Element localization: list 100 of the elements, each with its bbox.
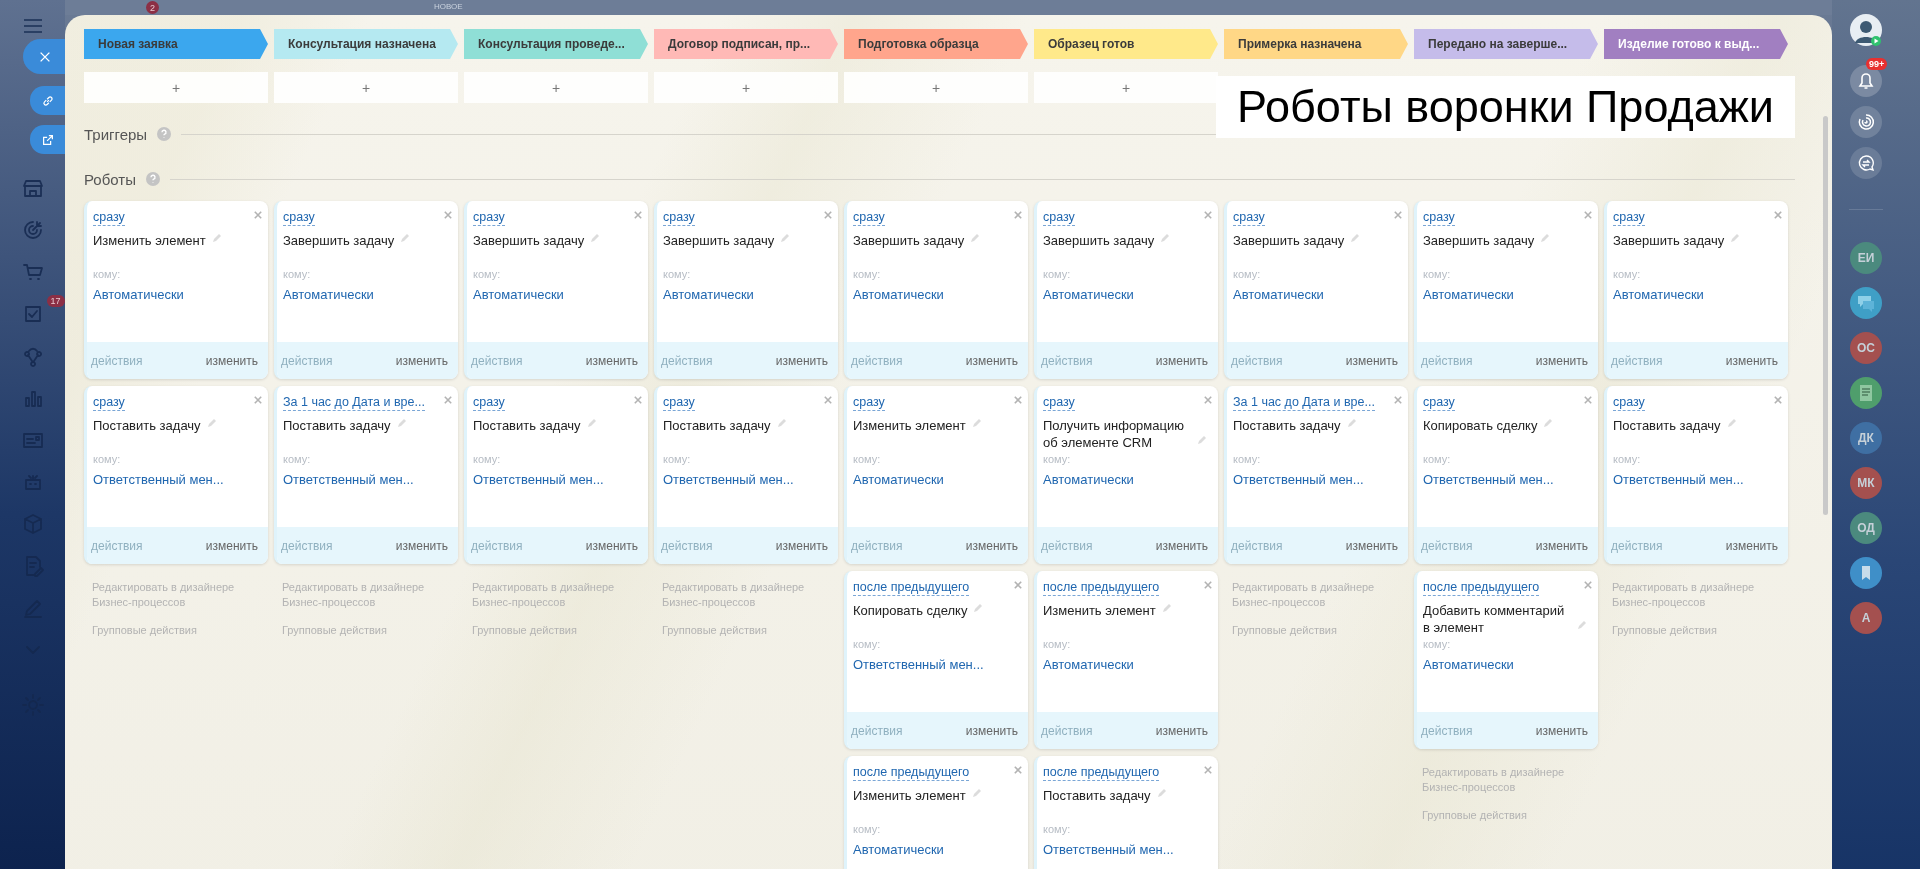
edit-link[interactable]: изменить: [205, 353, 258, 368]
spiral-icon[interactable]: [1850, 106, 1882, 138]
menu-icon[interactable]: [23, 19, 42, 33]
add-robot-button[interactable]: +: [84, 72, 268, 103]
close-icon[interactable]: [1204, 396, 1212, 404]
pencil-icon[interactable]: [971, 418, 982, 428]
stage-tab[interactable]: Передано на заверше...: [1414, 29, 1598, 59]
trigger-link[interactable]: сразу: [853, 395, 885, 411]
trigger-link[interactable]: сразу: [1233, 210, 1265, 226]
contact-avatar[interactable]: ОС: [1850, 332, 1882, 364]
robot-card[interactable]: после предыдущего Добавить комментарий в элемент кому: Автоматически действия изменить: [1414, 571, 1598, 749]
pencil-icon[interactable]: [1346, 418, 1357, 428]
trigger-link[interactable]: сразу: [1613, 210, 1645, 226]
robot-card[interactable]: За 1 час до Дата и вре... Поставить задачу кому: Ответственный мен... действия изменить: [274, 386, 458, 564]
pencil-icon[interactable]: [400, 233, 411, 243]
scrollbar[interactable]: [1823, 116, 1828, 515]
robot-card[interactable]: после предыдущего Изменить элемент кому: Автоматически: [844, 756, 1028, 869]
edit-link[interactable]: изменить: [1725, 538, 1778, 553]
robot-card[interactable]: сразу Получить информацию об элементе CRM кому: Автоматически действия изменить: [1034, 386, 1218, 564]
edit-link[interactable]: изменить: [395, 538, 448, 553]
pencil-icon[interactable]: [971, 788, 982, 798]
add-robot-button[interactable]: +: [274, 72, 458, 103]
notifications-icon[interactable]: [1850, 65, 1882, 97]
trigger-link[interactable]: после предыдущего: [1423, 580, 1540, 596]
trigger-link[interactable]: сразу: [473, 395, 505, 411]
pencil-icon[interactable]: [586, 418, 597, 428]
recipient-link[interactable]: Автоматически: [1613, 287, 1704, 302]
edit-link[interactable]: изменить: [775, 538, 828, 553]
robot-card[interactable]: сразу Завершить задачу кому: Автоматически действия изменить: [274, 201, 458, 379]
pencil-icon[interactable]: [396, 418, 407, 428]
close-icon[interactable]: [824, 211, 832, 219]
edit-link[interactable]: изменить: [205, 538, 258, 553]
stage-tab[interactable]: Подготовка образца: [844, 29, 1028, 59]
help-icon[interactable]: [157, 127, 172, 141]
recipient-link[interactable]: Автоматически: [93, 287, 184, 302]
trigger-link[interactable]: после предыдущего: [853, 765, 970, 781]
edit-link[interactable]: изменить: [965, 723, 1018, 738]
trigger-link[interactable]: За 1 час до Дата и вре...: [283, 395, 425, 411]
close-icon[interactable]: [1204, 581, 1212, 589]
close-icon[interactable]: [1394, 211, 1402, 219]
edit-link[interactable]: изменить: [965, 538, 1018, 553]
trigger-link[interactable]: сразу: [663, 210, 695, 226]
edit-link[interactable]: изменить: [1725, 353, 1778, 368]
trigger-link[interactable]: сразу: [663, 395, 695, 411]
trigger-link[interactable]: сразу: [93, 395, 125, 411]
pencil-icon[interactable]: [1543, 418, 1554, 428]
edit-link[interactable]: изменить: [965, 353, 1018, 368]
edit-link[interactable]: изменить: [1535, 353, 1588, 368]
recipient-link[interactable]: Автоматически: [853, 472, 944, 487]
robot-card[interactable]: сразу Поставить задачу кому: Ответственный мен... действия изменить: [84, 386, 268, 564]
recipient-link[interactable]: Автоматически: [473, 287, 564, 302]
pencil-icon[interactable]: [1540, 233, 1551, 243]
trigger-link[interactable]: сразу: [473, 210, 505, 226]
edit-link[interactable]: изменить: [395, 353, 448, 368]
robot-card[interactable]: сразу Завершить задачу кому: Автоматически действия изменить: [1604, 201, 1788, 379]
robot-card[interactable]: сразу Завершить задачу кому: Автоматически действия изменить: [844, 201, 1028, 379]
add-robot-button[interactable]: +: [654, 72, 838, 103]
trigger-link[interactable]: За 1 час до Дата и вре...: [1233, 395, 1375, 411]
close-icon[interactable]: [634, 211, 642, 219]
contact-avatar[interactable]: ДК: [1850, 422, 1882, 454]
pencil-icon[interactable]: [1577, 620, 1587, 630]
trigger-link[interactable]: сразу: [1423, 395, 1455, 411]
close-icon[interactable]: [1394, 396, 1402, 404]
recipient-link[interactable]: Автоматически: [853, 287, 944, 302]
close-icon[interactable]: [1014, 581, 1022, 589]
edit-link[interactable]: изменить: [1155, 538, 1208, 553]
stage-tab[interactable]: Изделие готово к выд...: [1604, 29, 1788, 59]
close-icon[interactable]: [1774, 396, 1782, 404]
robot-card[interactable]: сразу Завершить задачу кому: Автоматически действия изменить: [1034, 201, 1218, 379]
edit-link[interactable]: изменить: [1345, 538, 1398, 553]
recipient-link[interactable]: Автоматически: [853, 842, 944, 857]
edit-link[interactable]: изменить: [585, 353, 638, 368]
recipient-link[interactable]: Ответственный мен...: [283, 472, 414, 487]
recipient-link[interactable]: Ответственный мен...: [663, 472, 794, 487]
close-icon[interactable]: [254, 396, 262, 404]
robot-card[interactable]: после предыдущего Изменить элемент кому: Автоматически действия изменить: [1034, 571, 1218, 749]
chat-avatar-icon[interactable]: [1850, 287, 1882, 319]
robot-card[interactable]: сразу Завершить задачу кому: Автоматически действия изменить: [464, 201, 648, 379]
trigger-link[interactable]: после предыдущего: [1043, 765, 1160, 781]
recipient-link[interactable]: Автоматически: [1423, 657, 1514, 672]
close-icon[interactable]: [824, 396, 832, 404]
close-icon[interactable]: [1014, 396, 1022, 404]
recipient-link[interactable]: Автоматически: [1043, 657, 1134, 672]
robot-card[interactable]: сразу Завершить задачу кому: Автоматически действия изменить: [654, 201, 838, 379]
pencil-icon[interactable]: [1197, 435, 1207, 445]
close-icon[interactable]: [444, 211, 452, 219]
pencil-icon[interactable]: [1350, 233, 1361, 243]
close-icon[interactable]: [634, 396, 642, 404]
recipient-link[interactable]: Автоматически: [1233, 287, 1324, 302]
pencil-icon[interactable]: [1160, 233, 1171, 243]
recipient-link[interactable]: Ответственный мен...: [1423, 472, 1554, 487]
pencil-icon[interactable]: [206, 418, 217, 428]
avatar[interactable]: [1850, 14, 1882, 48]
trigger-link[interactable]: после предыдущего: [853, 580, 970, 596]
copy-link-button[interactable]: [30, 86, 66, 115]
close-icon[interactable]: [444, 396, 452, 404]
recipient-link[interactable]: Автоматически: [1043, 287, 1134, 302]
robot-card[interactable]: сразу Поставить задачу кому: Ответственный мен... действия изменить: [1604, 386, 1788, 564]
robot-card[interactable]: сразу Изменить элемент кому: Автоматически действия изменить: [84, 201, 268, 379]
add-robot-button[interactable]: +: [1034, 72, 1218, 103]
